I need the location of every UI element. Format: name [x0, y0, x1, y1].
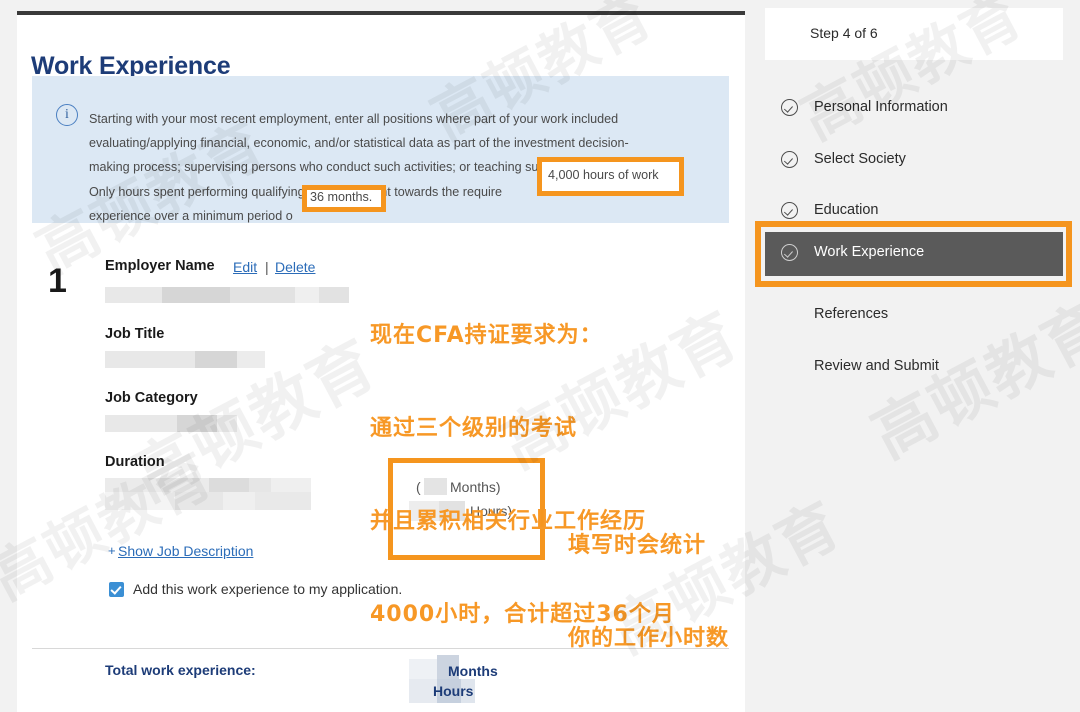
highlight-text-hours: 4,000 hours of work [548, 168, 659, 182]
redacted-value [249, 478, 271, 492]
redacted-value [223, 492, 255, 510]
annotation-note-1-line-1: 现在CFA持证要求为： [370, 320, 675, 351]
info-circle-icon: i [56, 104, 78, 126]
check-circle-icon [781, 202, 798, 219]
step-indicator: Step 4 of 6 [765, 8, 1063, 60]
sidebar-item-label: Personal Information [814, 99, 948, 115]
show-job-description-link[interactable]: Show Job Description [118, 543, 253, 559]
annotation-note-2-line-2: 你的工作小时数 [568, 623, 729, 654]
step-indicator-label: Step 4 of 6 [810, 25, 878, 41]
add-experience-checkbox-label: Add this work experience to my applicati… [133, 581, 402, 597]
info-line-2: evaluating/applying financial, economic,… [89, 131, 714, 155]
check-circle-icon [781, 151, 798, 168]
sidebar-item-personal-information[interactable]: Personal Information [765, 87, 1063, 131]
redacted-value [209, 478, 249, 492]
highlight-box-work-experience-nav [755, 221, 1072, 287]
job-category-label: Job Category [105, 390, 198, 406]
edit-link[interactable]: Edit [233, 259, 257, 275]
link-separator: | [265, 259, 269, 275]
info-line-5: experience over a minimum period o [89, 204, 714, 228]
sidebar-item-references[interactable]: References [765, 294, 1063, 338]
sidebar-item-label: Review and Submit [814, 358, 939, 374]
expand-plus-icon: + [108, 543, 116, 558]
redacted-value [175, 492, 223, 510]
employer-name-label: Employer Name [105, 258, 215, 274]
duration-label: Duration [105, 454, 165, 470]
redacted-value [105, 351, 195, 368]
total-hours-unit: Hours [433, 683, 473, 699]
redacted-value [195, 351, 237, 368]
annotation-note-2: 填写时会统计 你的工作小时数 [568, 468, 729, 685]
redacted-value [409, 659, 437, 679]
experience-index: 1 [48, 262, 67, 301]
info-line-1: Starting with your most recent employmen… [89, 107, 714, 131]
redacted-value [162, 287, 230, 303]
highlight-text-months: 36 months. [310, 190, 372, 204]
annotation-note-2-line-1: 填写时会统计 [568, 530, 729, 561]
redacted-value [295, 287, 319, 303]
redacted-value [230, 287, 295, 303]
sidebar-item-select-society[interactable]: Select Society [765, 139, 1063, 183]
redacted-value [105, 492, 175, 510]
total-months-unit: Months [448, 663, 498, 679]
total-work-experience-label: Total work experience: [105, 662, 256, 678]
redacted-value [237, 351, 265, 368]
redacted-value [271, 478, 311, 492]
annotation-note-1-line-2: 通过三个级别的考试 [370, 413, 675, 444]
job-title-label: Job Title [105, 326, 164, 342]
redacted-value [105, 415, 177, 432]
check-circle-icon [781, 99, 798, 116]
sidebar-item-label: References [814, 306, 888, 322]
sidebar-item-review-and-submit[interactable]: Review and Submit [765, 346, 1063, 390]
sidebar-item-label: Select Society [814, 151, 906, 167]
redacted-value [319, 287, 349, 303]
delete-link[interactable]: Delete [275, 259, 315, 275]
redacted-value [255, 492, 311, 510]
redacted-value [105, 478, 209, 492]
sidebar-item-label: Education [814, 202, 879, 218]
redacted-value [217, 415, 237, 432]
redacted-value [105, 287, 162, 303]
redacted-value [177, 415, 217, 432]
add-experience-checkbox[interactable] [109, 582, 124, 597]
